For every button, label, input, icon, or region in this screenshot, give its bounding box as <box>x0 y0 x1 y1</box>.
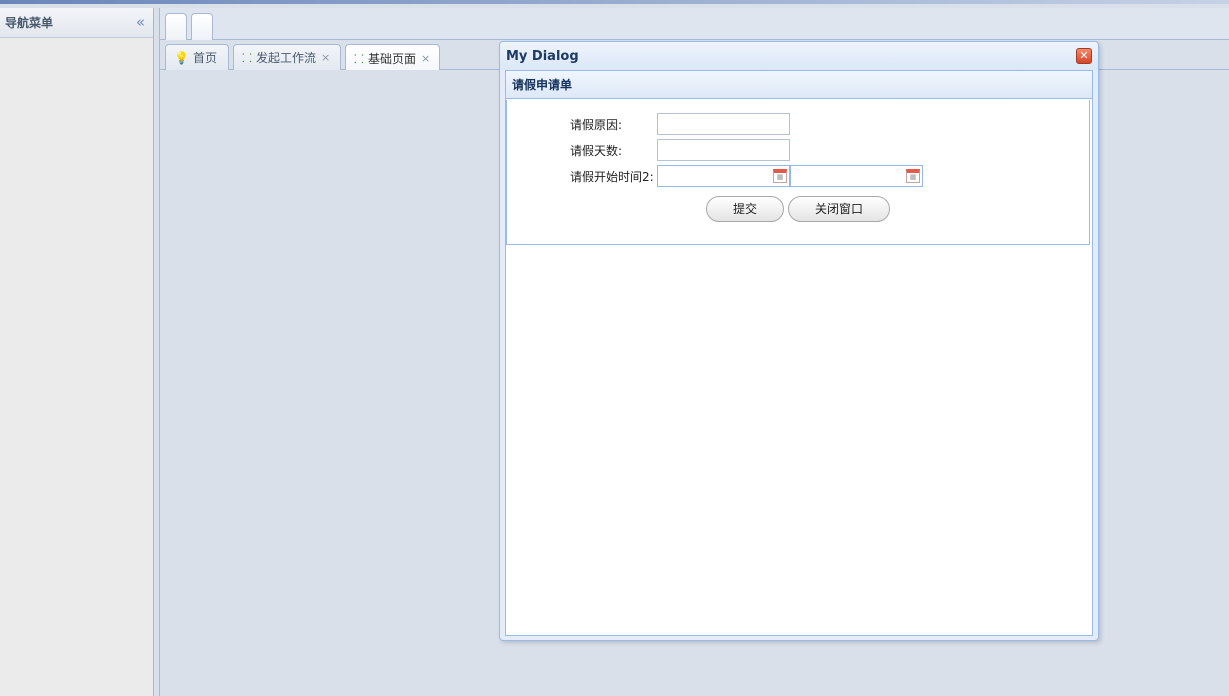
tab-base-page[interactable]: ⸬ 基础页面 × <box>345 44 440 71</box>
close-icon[interactable]: × <box>321 51 330 64</box>
reason-input[interactable] <box>657 113 790 135</box>
calendar-icon[interactable]: ▦ <box>906 169 920 183</box>
close-icon[interactable]: ✕ <box>1076 48 1092 64</box>
nav-title: 导航菜单 <box>5 16 54 30</box>
leave-form: 请假原因: 请假天数: 请假开始时间2: ▦ ▦ 提交 关闭窗口 <box>506 100 1090 245</box>
days-input[interactable] <box>657 139 790 161</box>
close-window-button[interactable]: 关闭窗口 <box>788 196 890 222</box>
dialog-window: My Dialog ✕ 请假申请单 请假原因: 请假天数: 请假开始时间2: ▦ <box>499 41 1099 641</box>
form-row-start-time: 请假开始时间2: ▦ ▦ <box>507 165 923 187</box>
end-date-input[interactable] <box>791 166 901 186</box>
top-tab-strip <box>160 8 1229 40</box>
form-row-days: 请假天数: <box>507 139 790 161</box>
double-chevron-left-icon[interactable]: « <box>136 15 145 30</box>
days-label: 请假天数: <box>570 143 623 158</box>
nav-panel: 导航菜单 « <box>0 8 154 696</box>
panel-title: 请假申请单 <box>512 78 573 92</box>
dialog-header[interactable]: My Dialog ✕ <box>500 42 1098 70</box>
top-accent-bar <box>0 0 1229 4</box>
panel-header: 请假申请单 <box>506 71 1092 99</box>
tab-home[interactable]: 💡 首页 <box>165 44 229 70</box>
tab-label: 首页 <box>192 51 217 65</box>
calendar-icon[interactable]: ▦ <box>773 169 787 183</box>
submit-button[interactable]: 提交 <box>706 196 784 222</box>
top-tab-blank-2[interactable] <box>191 13 213 40</box>
start-time-label: 请假开始时间2: <box>570 169 654 184</box>
close-icon[interactable]: × <box>421 52 430 65</box>
dialog-title: My Dialog <box>506 48 579 64</box>
org-tree-icon: ⸬ <box>354 51 364 66</box>
nav-header: 导航菜单 « <box>0 8 153 38</box>
org-tree-icon: ⸬ <box>242 51 252 65</box>
tab-label: 发起工作流 <box>255 51 316 65</box>
dialog-body: 请假申请单 请假原因: 请假天数: 请假开始时间2: ▦ ▦ 提交 关闭窗口 <box>505 70 1093 636</box>
top-tab-blank-1[interactable] <box>165 13 187 40</box>
tab-start-workflow[interactable]: ⸬ 发起工作流 × <box>233 44 341 70</box>
lightbulb-icon: 💡 <box>174 50 189 65</box>
start-date-input[interactable] <box>658 166 768 186</box>
tab-label: 基础页面 <box>367 51 416 66</box>
end-date-field[interactable]: ▦ <box>790 165 923 187</box>
reason-label: 请假原因: <box>570 117 623 132</box>
start-date-field[interactable]: ▦ <box>657 165 790 187</box>
form-row-reason: 请假原因: <box>507 113 790 135</box>
